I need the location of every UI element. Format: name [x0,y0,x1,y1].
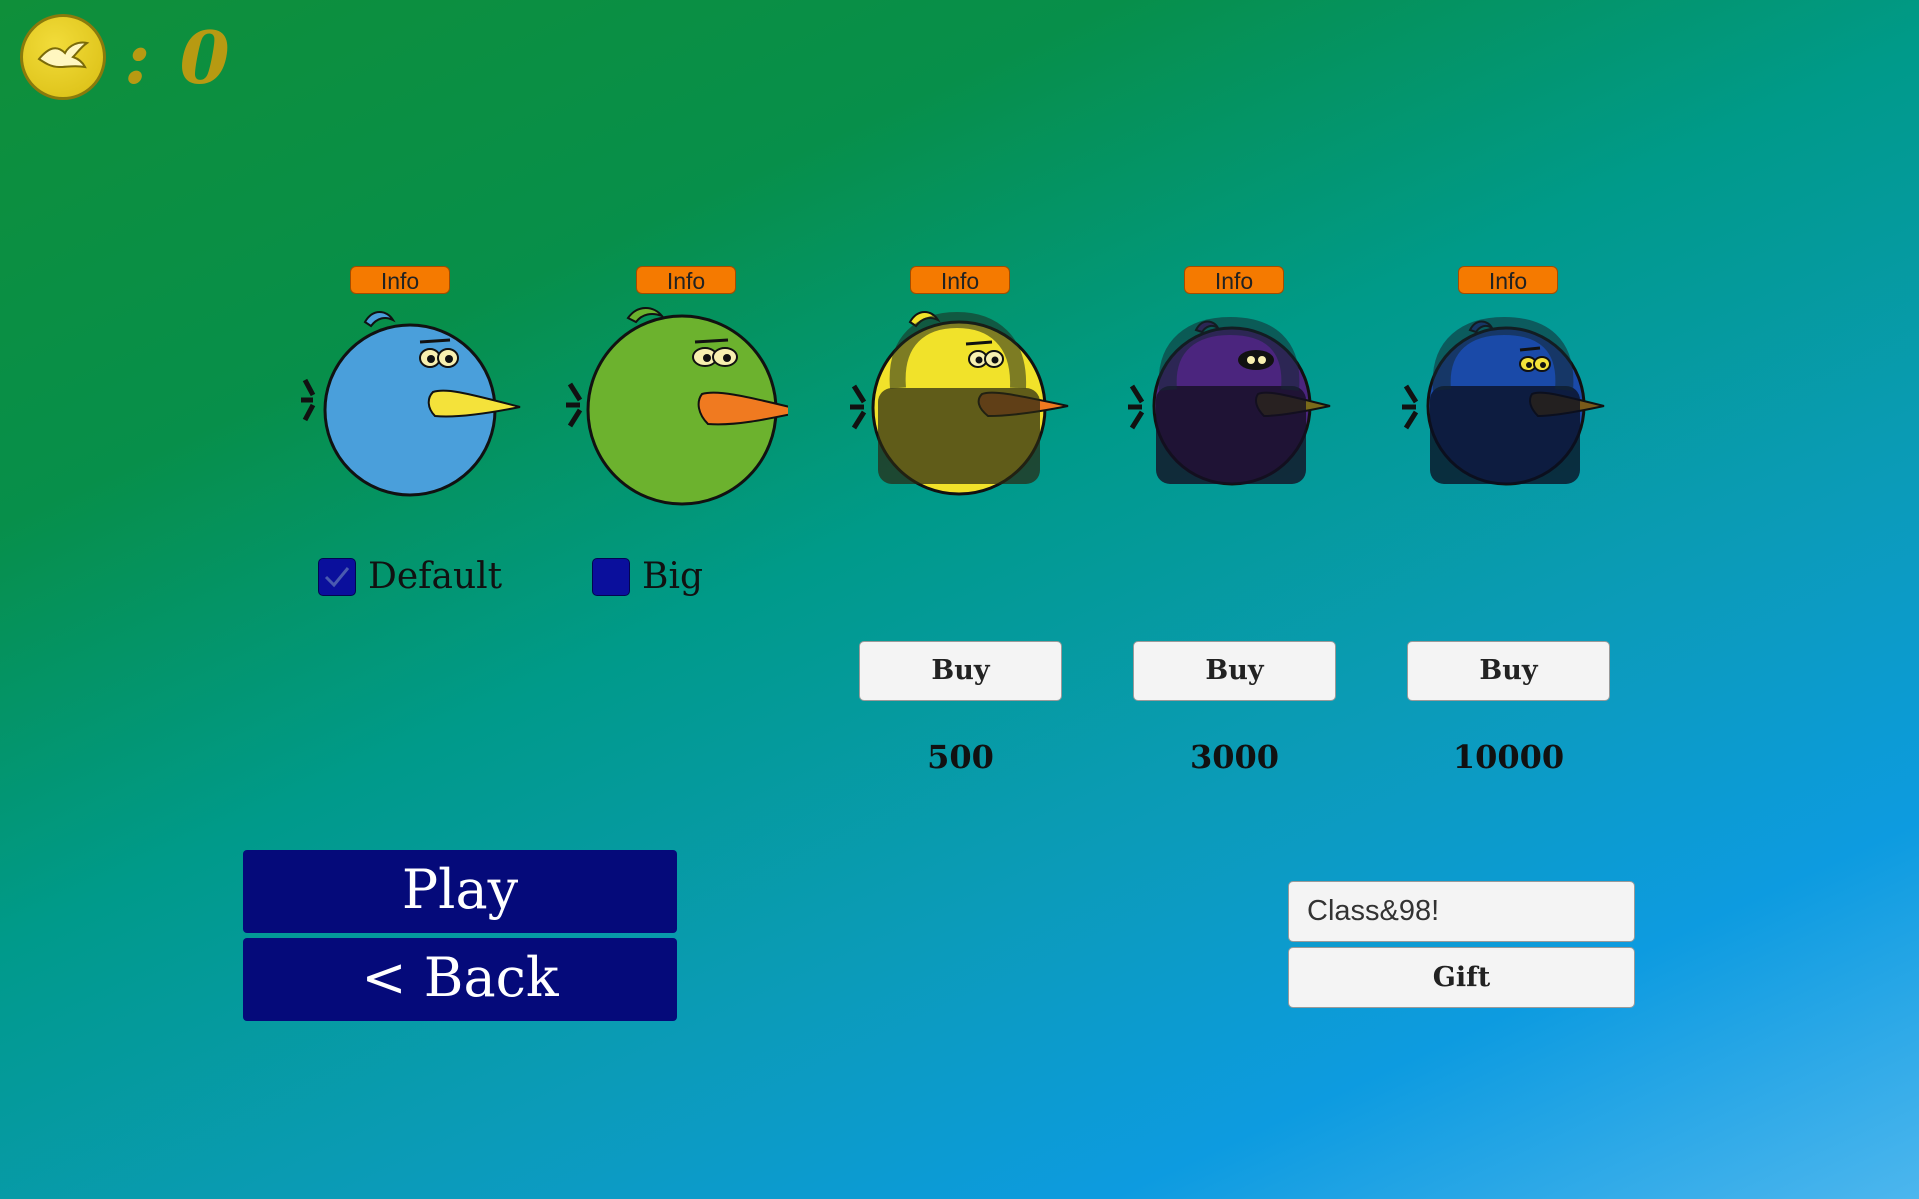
select-default-row[interactable]: Default [318,556,502,597]
play-button[interactable]: Play [243,850,677,933]
buy-button-yellow[interactable]: Buy [859,641,1062,701]
select-big-row[interactable]: Big [592,556,703,597]
bird-blue-image[interactable] [1390,300,1620,510]
gift-button[interactable]: Gift [1288,947,1635,1008]
bird-purple-image[interactable] [1116,300,1346,510]
price-purple: 3000 [1189,738,1280,776]
coin-counter: : 0 [20,14,232,100]
default-checkbox[interactable] [318,557,356,596]
bird-yellow-image[interactable] [842,300,1072,510]
buy-button-purple[interactable]: Buy [1133,641,1336,701]
default-label: Default [368,556,503,597]
big-checkbox[interactable] [592,557,630,596]
dove-coin-icon [20,14,106,100]
checkmark-icon [324,566,350,587]
price-blue: 10000 [1452,738,1565,776]
gift-code-input[interactable] [1288,881,1635,942]
bird-big-image[interactable] [558,300,788,510]
back-button[interactable]: < Back [243,938,677,1021]
info-button-blue[interactable]: Info [1458,266,1558,294]
big-label: Big [642,556,704,597]
buy-button-blue[interactable]: Buy [1407,641,1610,701]
info-button-purple[interactable]: Info [1184,266,1284,294]
info-button-yellow[interactable]: Info [910,266,1010,294]
bird-default-image[interactable] [295,300,525,510]
info-button-default[interactable]: Info [350,266,450,294]
price-yellow: 500 [927,738,994,776]
coin-count: : 0 [124,14,232,100]
info-button-big[interactable]: Info [636,266,736,294]
